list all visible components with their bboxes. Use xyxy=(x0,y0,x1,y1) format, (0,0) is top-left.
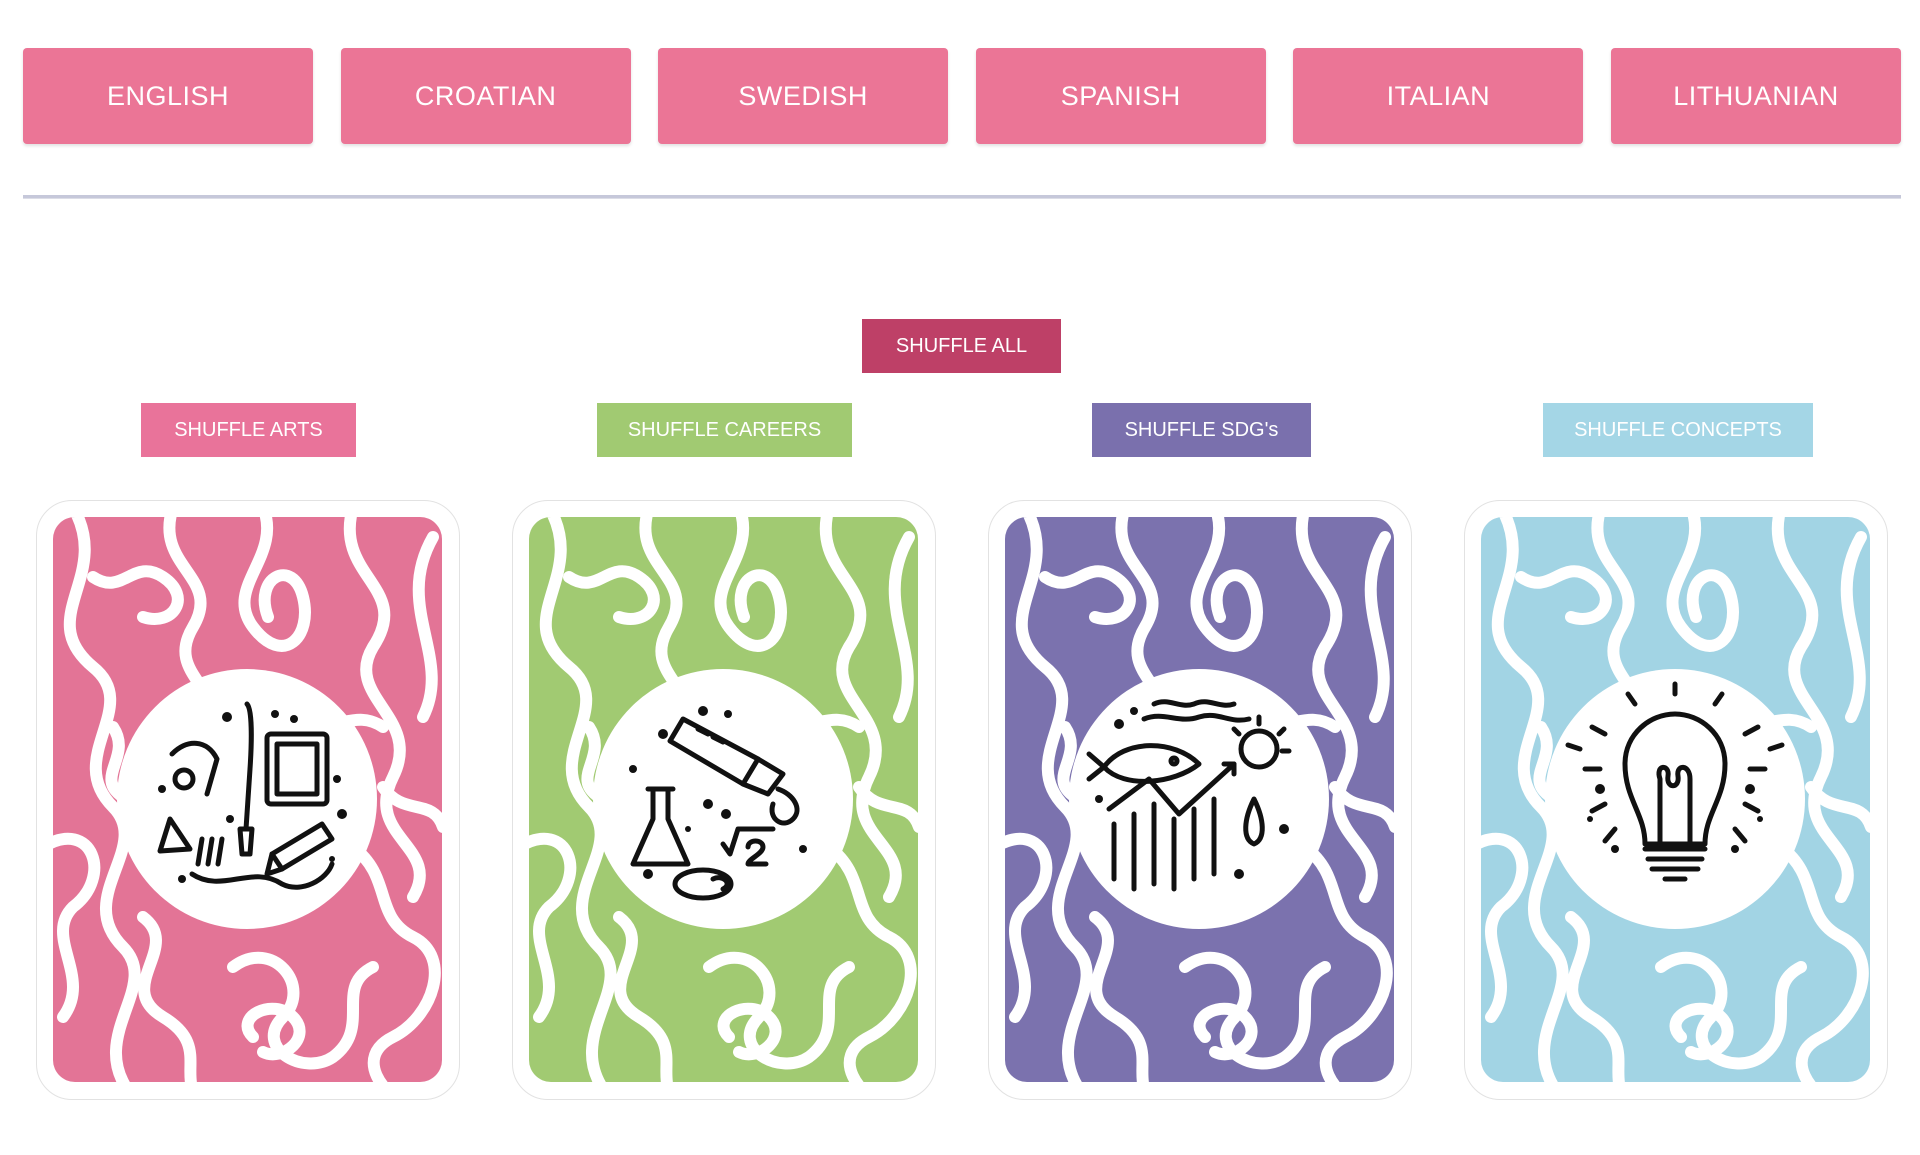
language-button-lithuanian[interactable]: LITHUANIAN xyxy=(1610,48,1901,144)
shuffle-sdgs-button[interactable]: SHUFFLE SDG's xyxy=(1092,403,1311,457)
language-button-spanish[interactable]: SPANISH xyxy=(975,48,1266,144)
divider xyxy=(23,195,1901,199)
sdgs-icon xyxy=(1086,699,1292,892)
language-button-italian[interactable]: ITALIAN xyxy=(1293,48,1584,144)
shuffle-careers-button[interactable]: SHUFFLE CAREERS xyxy=(597,403,852,457)
sdgs-card[interactable] xyxy=(988,500,1412,1100)
concepts-icon xyxy=(1565,681,1785,882)
arts-card[interactable] xyxy=(36,500,460,1100)
language-button-english[interactable]: ENGLISH xyxy=(23,48,313,144)
arts-icon xyxy=(157,701,347,890)
careers-icon xyxy=(629,706,807,901)
shuffle-arts-button[interactable]: SHUFFLE ARTS xyxy=(141,403,356,457)
shuffle-concepts-button[interactable]: SHUFFLE CONCEPTS xyxy=(1543,403,1813,457)
language-button-croatian[interactable]: CROATIAN xyxy=(340,48,631,144)
careers-card[interactable] xyxy=(512,500,936,1100)
language-bar: ENGLISH CROATIAN SWEDISH SPANISH ITALIAN… xyxy=(23,48,1901,144)
language-button-swedish[interactable]: SWEDISH xyxy=(658,48,949,144)
concepts-card[interactable] xyxy=(1464,500,1888,1100)
shuffle-all-button[interactable]: SHUFFLE ALL xyxy=(862,319,1061,373)
